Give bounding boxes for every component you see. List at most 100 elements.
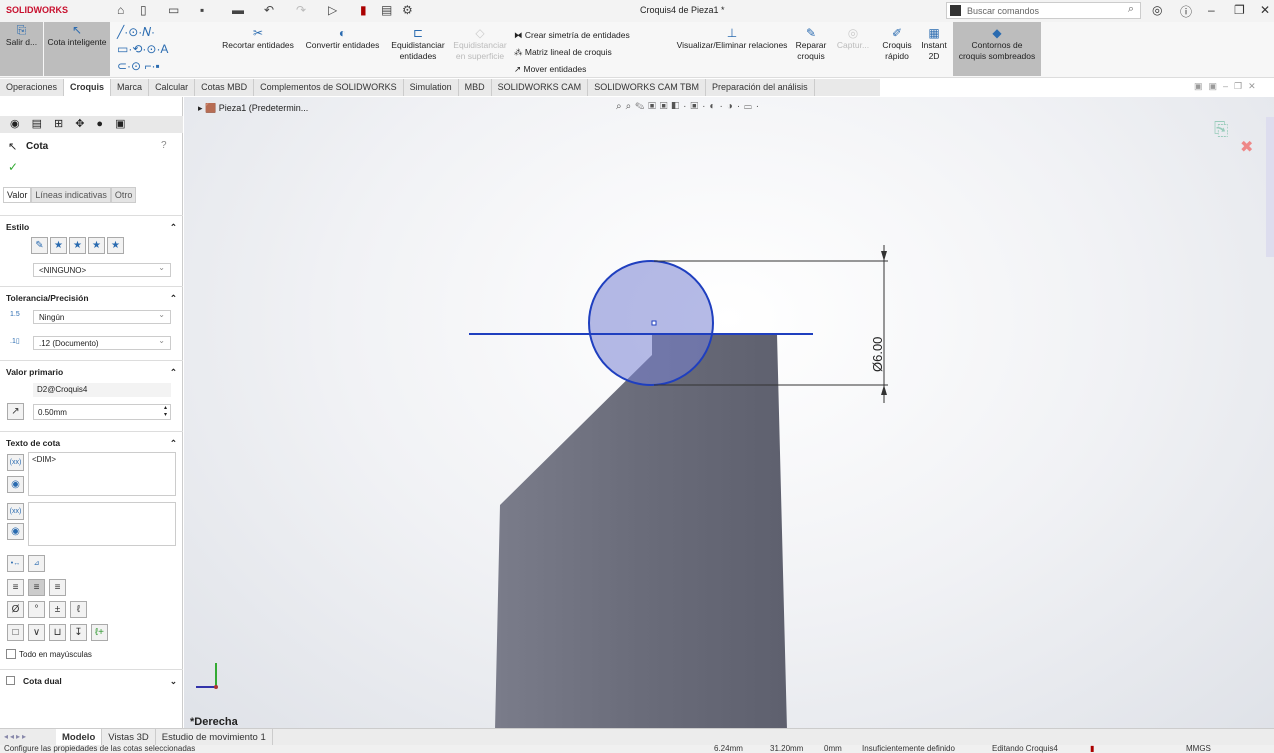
circle-center-point[interactable] [651,320,657,326]
dim-arrangement-icon-2[interactable]: ⊿ [28,555,45,572]
depth-symbol-icon[interactable]: ↧ [70,624,87,641]
units-selector[interactable]: MMGS [1186,745,1211,753]
tab-modelo[interactable]: Modelo [56,729,103,745]
align-right-icon[interactable]: ≡ [49,579,66,596]
sketch-tools-group[interactable]: ╱·⊙·𝑁· ▭·⟲·⊙·A ⊂·⊙ ⌐·▪ [117,24,212,75]
dim-text-visibility-icon[interactable]: ◉ [7,476,24,493]
tab-simulation[interactable]: Simulation [404,79,459,96]
style-select[interactable]: <NINGUNO> [33,263,171,277]
style-save-icon[interactable]: ★ [88,237,105,254]
sketch-circle[interactable] [588,260,714,386]
tab-solidworks-cam-tbm[interactable]: SOLIDWORKS CAM TBM [588,79,707,96]
redo-icon[interactable]: ↷ [296,3,306,17]
search-commands-input[interactable]: Buscar comandos ⌕ [946,2,1141,19]
minimize-button[interactable]: – [1208,3,1215,17]
tab-vistas-3d[interactable]: Vistas 3D [102,729,156,745]
square-symbol-icon[interactable]: □ [7,624,24,641]
mirror-entities-button[interactable]: ⧓ Crear simetría de entidades [514,27,664,44]
degree-symbol-icon[interactable]: ° [28,601,45,618]
rebuild-status-icon[interactable]: ▮ [1090,745,1094,753]
help-icon[interactable]: ? [161,140,167,151]
instant-2d-button[interactable]: ▦ Instant 2D [916,25,952,62]
exit-sketch-button[interactable]: ⎘ Salir d... [0,22,43,76]
dim-text-insert-icon-2[interactable]: (xx) [7,503,24,520]
tab-calcular[interactable]: Calcular [149,79,196,96]
slot-icon[interactable]: ⊂·⊙ ⌐·▪ [117,59,160,73]
counterbore-symbol-icon[interactable]: ⊔ [49,624,66,641]
align-center-icon[interactable]: ≡ [28,579,45,596]
dim-text-visibility-icon-2[interactable]: ◉ [7,523,24,540]
rebuild-icon[interactable]: ▮ [360,3,367,17]
tab-valor[interactable]: Valor [3,187,32,203]
tab-solidworks-cam[interactable]: SOLIDWORKS CAM [492,79,589,96]
capture-button[interactable]: ◎ Captur... [834,25,872,51]
tab-scroll-arrows[interactable]: ◂◂▸▸ [4,732,28,741]
dim-text-insert-icon[interactable]: (xx) [7,454,24,471]
line-icon[interactable]: ╱·⊙·𝑁· [117,25,155,39]
dim-arrangement-icon[interactable]: •↔ [7,555,24,572]
move-entities-button[interactable]: ↗ Mover entidades [514,61,664,78]
home-icon[interactable]: ⌂ [117,3,124,17]
new-icon[interactable]: ▯ [140,3,147,17]
print-icon[interactable]: ▬ [232,3,244,17]
more-symbols-icon[interactable]: ℓ+ [91,624,108,641]
user-icon[interactable]: ◎ [1152,3,1162,17]
value-spinner[interactable]: ▴ ▾ [164,405,167,419]
dimension-text-above[interactable]: <DIM> [28,452,176,496]
dimension-text[interactable]: Ø6.00 [870,337,885,372]
all-uppercase-checkbox[interactable] [6,649,16,659]
file-properties-icon[interactable]: ▤ [381,3,392,17]
shaded-contours-button[interactable]: ◆ Contornos de croquis sombreados [953,22,1041,76]
tab-operaciones[interactable]: Operaciones [0,79,65,96]
tab-marca[interactable]: Marca [111,79,150,96]
help-icon[interactable]: ⓘ [1180,3,1192,20]
dimension-name-field[interactable]: D2@Croquis4 [33,383,171,397]
tab-croquis[interactable]: Croquis [64,79,112,96]
diameter-symbol-icon[interactable]: Ø [7,601,24,618]
select-icon[interactable]: ▷ [328,3,337,17]
style-add-icon[interactable]: ★ [50,237,67,254]
align-left-icon[interactable]: ≡ [7,579,24,596]
tab-estudio-movimiento[interactable]: Estudio de movimiento 1 [156,729,273,745]
tab-complementos[interactable]: Complementos de SOLIDWORKS [254,79,404,96]
style-apply-icon[interactable]: ✎ [31,237,48,254]
style-delete-icon[interactable]: ★ [69,237,86,254]
dimension-value-input[interactable]: 0.50mm ▴ ▾ [33,404,171,420]
valor-primario-section-header[interactable]: Valor primario ⌃ [0,360,183,384]
trim-entities-button[interactable]: ✂ Recortar entidades [218,25,298,51]
options-icon[interactable]: ⚙ [402,3,413,17]
manager-tabs[interactable]: ◉▤⊞✥●▣ [0,116,183,133]
open-icon[interactable]: ▭ [168,3,179,17]
cota-dual-section-header[interactable]: Cota dual ⌄ [0,669,183,693]
centerline-symbol-icon[interactable]: ℓ [70,601,87,618]
repair-sketch-button[interactable]: ✎ Reparar croquis [793,25,829,62]
offset-entities-button[interactable]: ⊏ Equidistanciar entidades [387,25,449,62]
convert-entities-button[interactable]: ◐ Convertir entidades [300,25,385,51]
precision-select[interactable]: .12 (Documento) [33,336,171,350]
style-load-icon[interactable]: ★ [107,237,124,254]
display-delete-relations-button[interactable]: ⊥ Visualizar/Eliminar relaciones [672,25,792,51]
undo-icon[interactable]: ↶ [264,3,274,17]
countersink-symbol-icon[interactable]: ∨ [28,624,45,641]
rectangle-icon[interactable]: ▭·⟲·⊙·A [117,42,168,56]
tab-preparacion-analisis[interactable]: Preparación del análisis [706,79,815,96]
estilo-section-header[interactable]: Estilo ⌃ [0,215,183,239]
graphics-area[interactable]: ▸ 🟫 Pieza1 (Predetermin... ⌕⌕✎▣▣◧·▣·◐·◑·… [184,81,1274,728]
dimension-text-below[interactable] [28,502,176,546]
sketch-canvas[interactable]: Ø6.00 [184,97,1274,728]
plus-minus-symbol-icon[interactable]: ± [49,601,66,618]
dual-dimension-checkbox[interactable] [6,676,15,685]
tab-cotas-mbd[interactable]: Cotas MBD [195,79,255,96]
smart-dimension-button[interactable]: ↖ Cota inteligente [44,22,110,76]
tab-mbd[interactable]: MBD [459,79,492,96]
tolerance-select[interactable]: Ningún [33,310,171,324]
reverse-direction-icon[interactable]: ↗ [7,403,24,420]
close-button[interactable]: ✕ [1260,3,1270,17]
linear-pattern-button[interactable]: ⁂ Matriz lineal de croquis [514,44,664,61]
save-icon[interactable]: ▪ [200,3,204,17]
rapid-sketch-button[interactable]: ✐ Croquis rápido [878,25,916,62]
offset-on-surface-button[interactable]: ◇ Equidistanciar en superficie [450,25,510,62]
viewport-window-controls[interactable]: ▣▣–❐✕ [1194,81,1262,92]
restore-button[interactable]: ❐ [1234,3,1245,17]
ok-check-icon[interactable]: ✓ [8,160,18,174]
